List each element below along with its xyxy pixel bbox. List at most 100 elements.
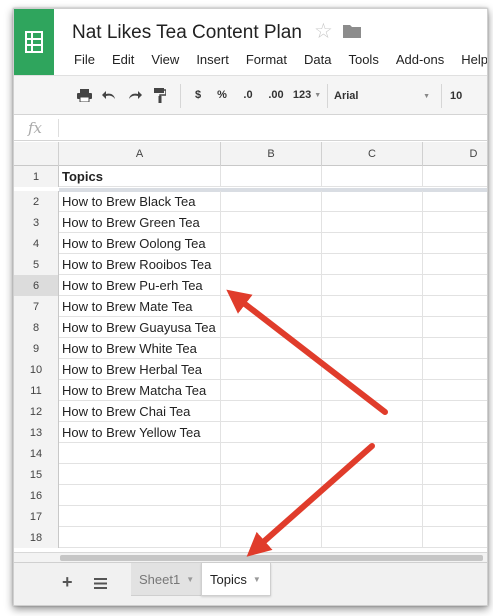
chevron-down-icon[interactable]: ▼ bbox=[253, 575, 261, 584]
cell-b6[interactable] bbox=[221, 275, 322, 296]
cell-c12[interactable] bbox=[322, 401, 423, 422]
cell-d7[interactable] bbox=[423, 296, 487, 317]
menu-view[interactable]: View bbox=[151, 52, 179, 67]
cell-c14[interactable] bbox=[322, 443, 423, 464]
paint-format-icon[interactable] bbox=[150, 84, 170, 106]
all-sheets-icon[interactable] bbox=[94, 576, 107, 594]
cell-a15[interactable] bbox=[59, 464, 221, 485]
cell-b8[interactable] bbox=[221, 317, 322, 338]
cell-d4[interactable] bbox=[423, 233, 487, 254]
cell-d15[interactable] bbox=[423, 464, 487, 485]
cell-c2[interactable] bbox=[322, 191, 423, 212]
cell-d5[interactable] bbox=[423, 254, 487, 275]
row-header[interactable]: 7 bbox=[14, 296, 59, 317]
cell-d11[interactable] bbox=[423, 380, 487, 401]
cell-b14[interactable] bbox=[221, 443, 322, 464]
sheet-tab-sheet1[interactable]: Sheet1 ▼ bbox=[131, 563, 201, 596]
cell-b4[interactable] bbox=[221, 233, 322, 254]
cell-c10[interactable] bbox=[322, 359, 423, 380]
row-header[interactable]: 18 bbox=[14, 527, 59, 548]
cell-d1[interactable] bbox=[423, 166, 487, 187]
cell-a4[interactable]: How to Brew Oolong Tea bbox=[59, 233, 221, 254]
undo-icon[interactable] bbox=[99, 84, 119, 106]
percent-button[interactable]: % bbox=[214, 84, 230, 106]
cell-c13[interactable] bbox=[322, 422, 423, 443]
row-header[interactable]: 9 bbox=[14, 338, 59, 359]
cell-a17[interactable] bbox=[59, 506, 221, 527]
column-header-a[interactable]: A bbox=[59, 142, 221, 166]
cell-d12[interactable] bbox=[423, 401, 487, 422]
print-icon[interactable] bbox=[74, 84, 94, 106]
cell-d18[interactable] bbox=[423, 527, 487, 548]
cell-a1[interactable]: Topics bbox=[59, 166, 221, 187]
font-size-select[interactable]: 10 bbox=[450, 86, 487, 106]
cell-b18[interactable] bbox=[221, 527, 322, 548]
cell-c3[interactable] bbox=[322, 212, 423, 233]
row-header[interactable]: 14 bbox=[14, 443, 59, 464]
cell-a18[interactable] bbox=[59, 527, 221, 548]
scrollbar-thumb[interactable] bbox=[60, 555, 483, 561]
menu-add-ons[interactable]: Add-ons bbox=[396, 52, 444, 67]
cell-a14[interactable] bbox=[59, 443, 221, 464]
cell-c1[interactable] bbox=[322, 166, 423, 187]
cell-a16[interactable] bbox=[59, 485, 221, 506]
menu-data[interactable]: Data bbox=[304, 52, 331, 67]
decrease-decimals-button[interactable]: .0 bbox=[236, 84, 260, 106]
cell-c18[interactable] bbox=[322, 527, 423, 548]
cell-a8[interactable]: How to Brew Guayusa Tea bbox=[59, 317, 221, 338]
row-header[interactable]: 1 bbox=[14, 166, 59, 187]
cell-c4[interactable] bbox=[322, 233, 423, 254]
chevron-down-icon[interactable]: ▼ bbox=[186, 575, 194, 584]
column-header-d[interactable]: D bbox=[423, 142, 487, 166]
cell-a5[interactable]: How to Brew Rooibos Tea bbox=[59, 254, 221, 275]
cell-a10[interactable]: How to Brew Herbal Tea bbox=[59, 359, 221, 380]
row-header[interactable]: 2 bbox=[14, 191, 59, 212]
sheets-logo-icon[interactable] bbox=[14, 9, 54, 75]
column-header-b[interactable]: B bbox=[221, 142, 322, 166]
row-header[interactable]: 16 bbox=[14, 485, 59, 506]
row-header[interactable]: 13 bbox=[14, 422, 59, 443]
row-header[interactable]: 8 bbox=[14, 317, 59, 338]
horizontal-scrollbar[interactable] bbox=[14, 552, 487, 562]
cell-d17[interactable] bbox=[423, 506, 487, 527]
row-header[interactable]: 15 bbox=[14, 464, 59, 485]
cell-b15[interactable] bbox=[221, 464, 322, 485]
cell-b1[interactable] bbox=[221, 166, 322, 187]
cell-b13[interactable] bbox=[221, 422, 322, 443]
sheet-tab-topics[interactable]: Topics ▼ bbox=[201, 563, 271, 596]
cell-d14[interactable] bbox=[423, 443, 487, 464]
row-header[interactable]: 3 bbox=[14, 212, 59, 233]
cell-b17[interactable] bbox=[221, 506, 322, 527]
cell-d8[interactable] bbox=[423, 317, 487, 338]
cell-c8[interactable] bbox=[322, 317, 423, 338]
column-header-c[interactable]: C bbox=[322, 142, 423, 166]
document-title[interactable]: Nat Likes Tea Content Plan bbox=[72, 22, 302, 44]
font-family-select[interactable]: Arial ▼ bbox=[334, 86, 430, 106]
cell-b5[interactable] bbox=[221, 254, 322, 275]
cell-b3[interactable] bbox=[221, 212, 322, 233]
cell-c6[interactable] bbox=[322, 275, 423, 296]
cell-c16[interactable] bbox=[322, 485, 423, 506]
cell-c5[interactable] bbox=[322, 254, 423, 275]
cell-a12[interactable]: How to Brew Chai Tea bbox=[59, 401, 221, 422]
cell-c15[interactable] bbox=[322, 464, 423, 485]
cell-c9[interactable] bbox=[322, 338, 423, 359]
cell-c7[interactable] bbox=[322, 296, 423, 317]
cell-d2[interactable] bbox=[423, 191, 487, 212]
row-header[interactable]: 11 bbox=[14, 380, 59, 401]
cell-a7[interactable]: How to Brew Mate Tea bbox=[59, 296, 221, 317]
select-all-corner[interactable] bbox=[14, 142, 59, 166]
cell-b7[interactable] bbox=[221, 296, 322, 317]
cell-b11[interactable] bbox=[221, 380, 322, 401]
formula-input[interactable] bbox=[64, 120, 483, 136]
menu-file[interactable]: File bbox=[74, 52, 95, 67]
cell-a2[interactable]: How to Brew Black Tea bbox=[59, 191, 221, 212]
row-header[interactable]: 10 bbox=[14, 359, 59, 380]
cell-d10[interactable] bbox=[423, 359, 487, 380]
row-header[interactable]: 17 bbox=[14, 506, 59, 527]
menu-edit[interactable]: Edit bbox=[112, 52, 134, 67]
cell-a11[interactable]: How to Brew Matcha Tea bbox=[59, 380, 221, 401]
row-header[interactable]: 4 bbox=[14, 233, 59, 254]
cell-d6[interactable] bbox=[423, 275, 487, 296]
cell-a6[interactable]: How to Brew Pu-erh Tea bbox=[59, 275, 221, 296]
